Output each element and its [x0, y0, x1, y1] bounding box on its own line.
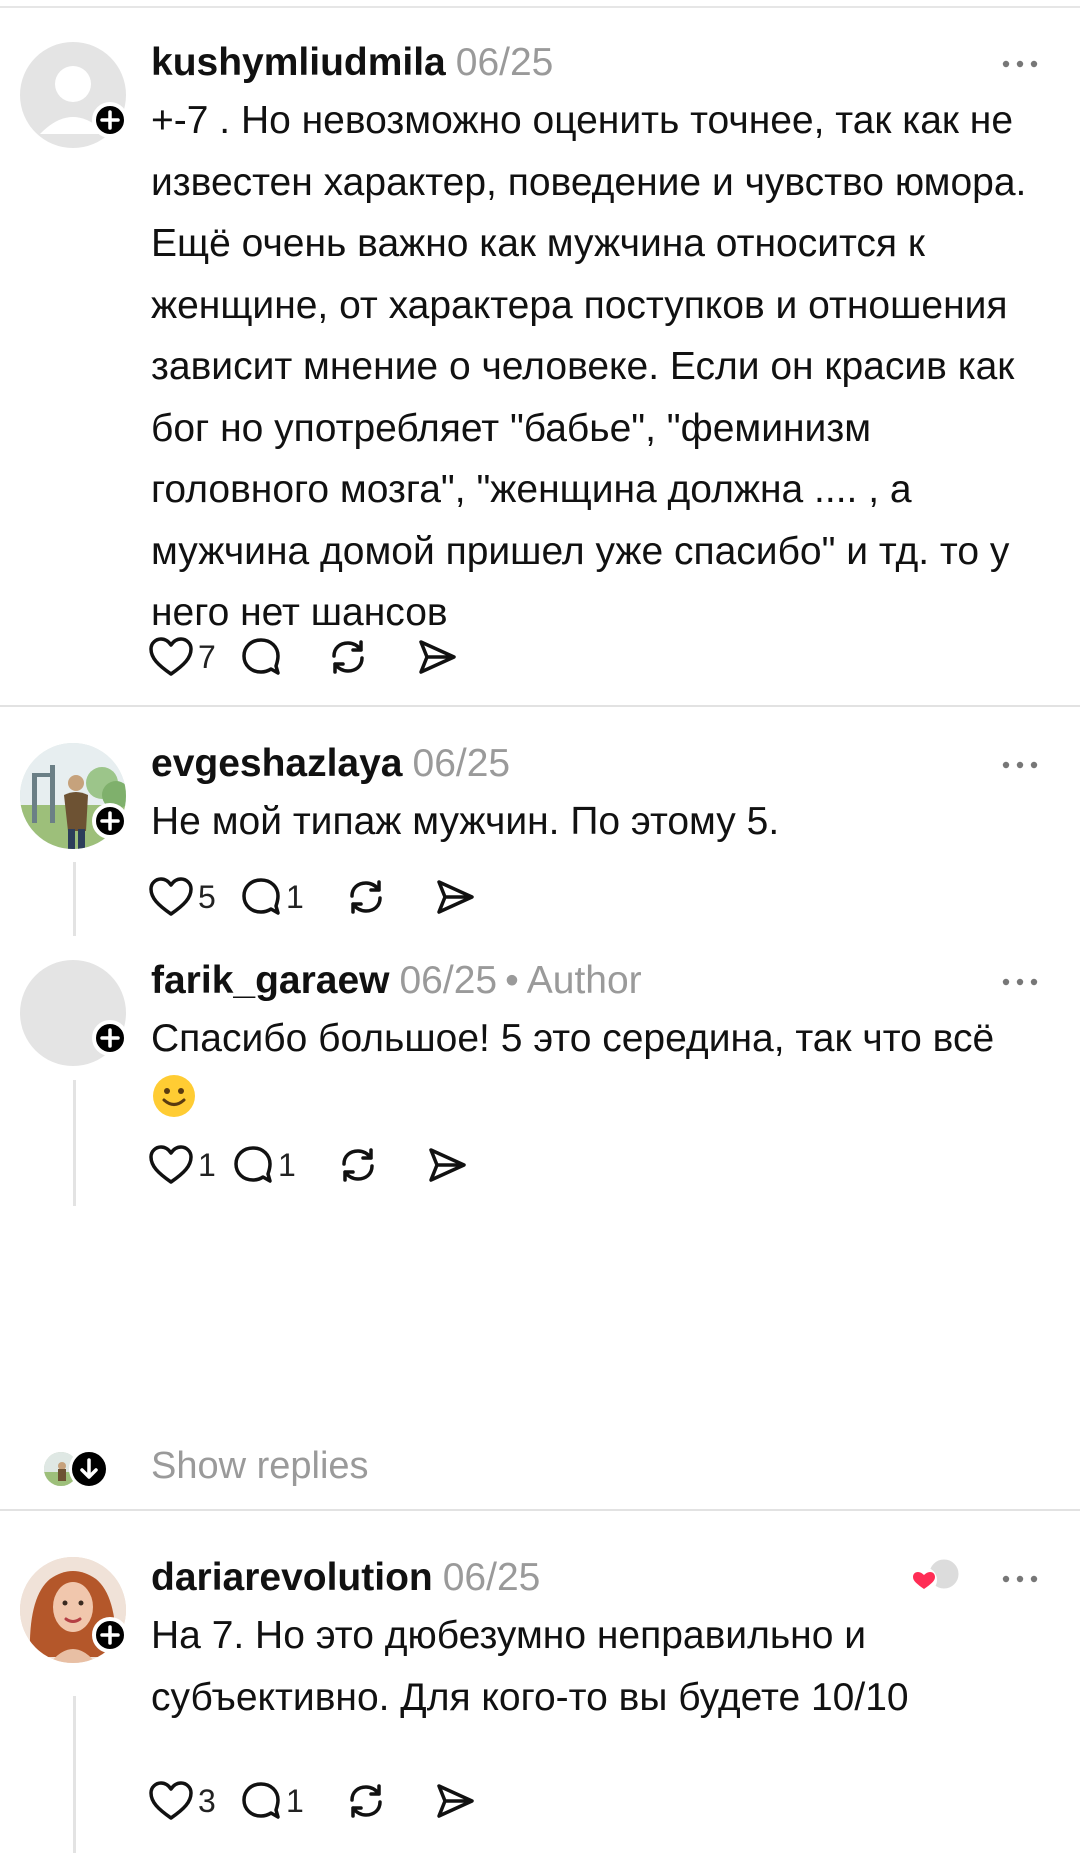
liked-by-author-indicator [911, 1556, 962, 1593]
like-count: 1 [198, 1146, 216, 1183]
comment-icon [242, 1782, 280, 1819]
reply-count: 1 [286, 1782, 304, 1819]
reply-count: 1 [286, 878, 304, 915]
reply-button[interactable]: 1 [232, 1140, 296, 1190]
comment-text: +-7 . Но невозможно оценить точнее, так … [151, 99, 1027, 634]
thread-line [73, 1696, 76, 1853]
comment-header: dariarevolution 06/25 [151, 1555, 540, 1601]
comment-date: 06/25 [399, 959, 498, 1002]
comment-icon [242, 878, 280, 915]
heart-icon [149, 1781, 193, 1820]
comment-text-body: Спасибо большое! 5 это середина, так что… [151, 1017, 995, 1060]
username[interactable]: farik_garaew [151, 959, 389, 1002]
comment-text: На 7. Но это дюбезумно неправильно и суб… [151, 1614, 909, 1719]
send-icon [437, 880, 474, 914]
comment-text: Не мой типаж мужчин. По этому 5. [151, 800, 780, 843]
repost-button[interactable] [344, 1776, 388, 1826]
repost-button[interactable] [344, 872, 388, 922]
like-button[interactable]: 7 [148, 632, 216, 682]
plus-icon [100, 110, 120, 130]
expand-replies-button[interactable] [69, 1449, 109, 1489]
username[interactable]: dariarevolution [151, 1556, 433, 1599]
like-count: 3 [198, 1782, 216, 1819]
comment-date: 06/25 [455, 41, 554, 84]
comment-date: 06/25 [412, 742, 511, 785]
plus-icon [100, 811, 120, 831]
like-button[interactable]: 5 [148, 872, 216, 922]
slightly-smiling-face-icon [153, 1074, 195, 1117]
send-icon [419, 640, 456, 674]
share-button[interactable] [434, 872, 476, 922]
reply-button[interactable]: 1 [240, 1776, 304, 1826]
share-button[interactable] [416, 632, 458, 682]
repost-icon [342, 1148, 374, 1182]
thread-line [73, 862, 76, 936]
repost-button[interactable] [336, 1140, 380, 1190]
heart-icon [149, 877, 193, 916]
comment-header: kushymliudmila 06/25 [151, 40, 553, 86]
follow-plus-button[interactable] [92, 803, 128, 839]
username[interactable]: evgeshazlaya [151, 742, 403, 785]
repost-icon [350, 880, 382, 914]
send-icon [429, 1148, 466, 1182]
comment-header: farik_garaew 06/25 • Author [151, 958, 642, 1004]
reply-count: 1 [278, 1146, 296, 1183]
more-options-icon[interactable] [1000, 974, 1040, 990]
comment-icon [242, 638, 280, 675]
comment-text: Спасибо большое! 5 это середина, так что… [151, 1008, 1031, 1131]
heart-icon [149, 1145, 193, 1184]
follow-plus-button[interactable] [92, 102, 128, 138]
plus-icon [100, 1625, 120, 1645]
more-options-icon[interactable] [1000, 56, 1040, 72]
more-options-icon[interactable] [1000, 1571, 1040, 1587]
top-divider [0, 6, 1080, 8]
follow-plus-button[interactable] [92, 1020, 128, 1056]
reply-button[interactable] [240, 632, 286, 682]
comment-divider [0, 1509, 1080, 1511]
arrow-down-icon [80, 1458, 98, 1479]
like-count: 7 [198, 638, 216, 675]
username[interactable]: kushymliudmila [151, 41, 446, 84]
more-options-icon[interactable] [1000, 757, 1040, 773]
show-replies-link[interactable]: Show replies [151, 1445, 369, 1488]
author-badge: Author [526, 959, 642, 1002]
follow-plus-button[interactable] [92, 1617, 128, 1653]
comment-header: evgeshazlaya 06/25 [151, 741, 510, 787]
repost-icon [332, 640, 364, 674]
share-button[interactable] [434, 1776, 476, 1826]
like-button[interactable]: 3 [148, 1776, 216, 1826]
comment-icon [234, 1146, 272, 1183]
heart-icon [149, 637, 193, 676]
like-count: 5 [198, 878, 216, 915]
comment-date: 06/25 [442, 1556, 541, 1599]
comment-divider [0, 705, 1080, 707]
separator-dot: • [505, 959, 519, 1002]
reply-button[interactable]: 1 [240, 872, 304, 922]
send-icon [437, 1784, 474, 1818]
repost-button[interactable] [326, 632, 370, 682]
repost-icon [350, 1784, 382, 1818]
thread-line [73, 1080, 76, 1206]
like-button[interactable]: 1 [148, 1140, 216, 1190]
share-button[interactable] [426, 1140, 468, 1190]
plus-icon [100, 1028, 120, 1048]
